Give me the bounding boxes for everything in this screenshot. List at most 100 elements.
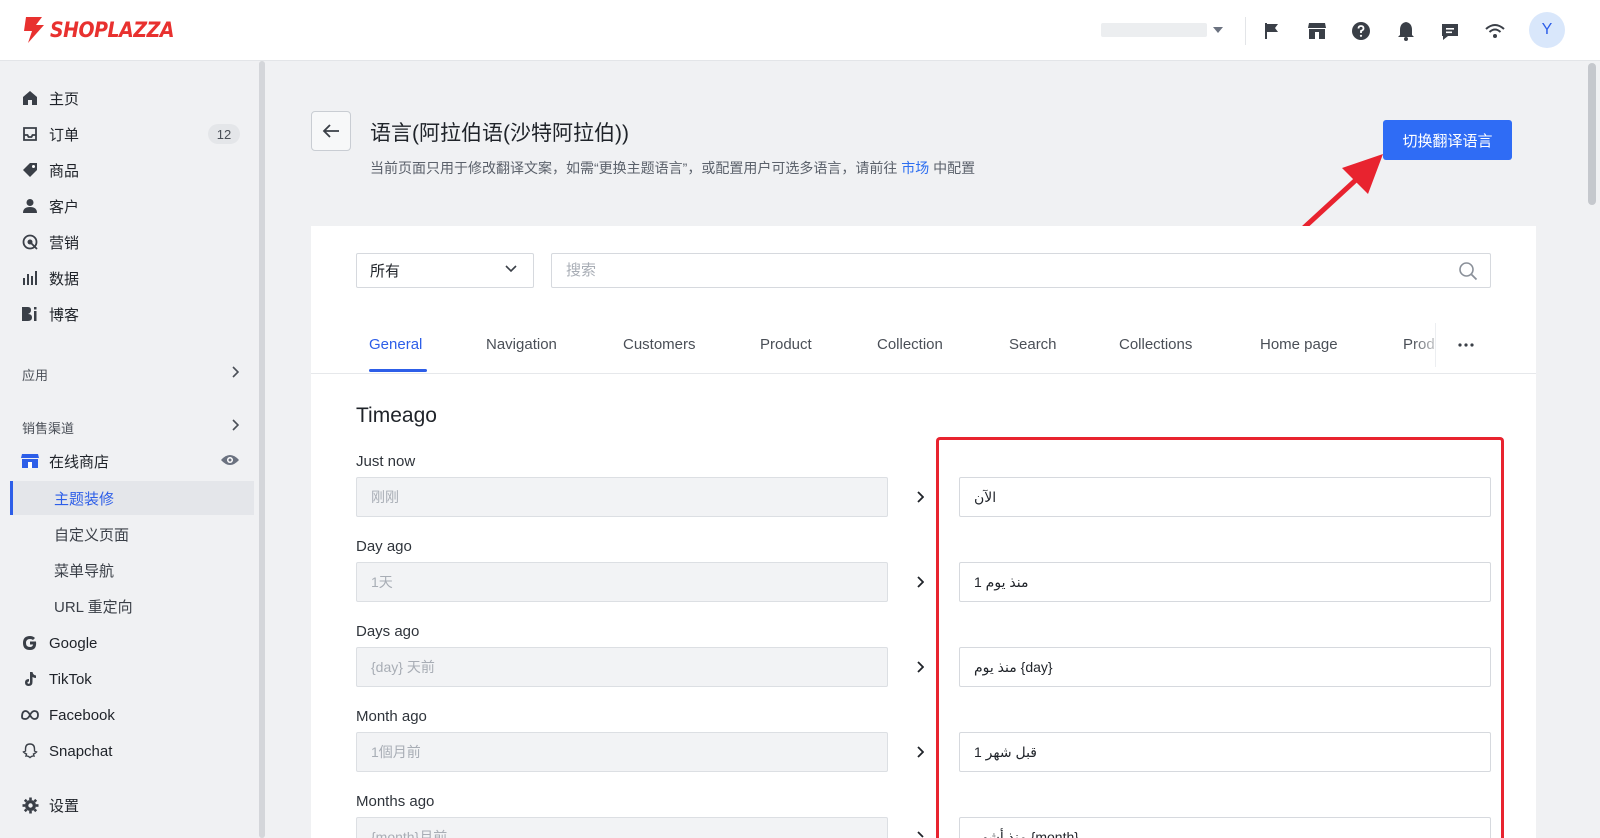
- sidebar-item-tiktok[interactable]: TikTok: [10, 662, 254, 696]
- marketing-icon: [19, 231, 41, 253]
- sidebar-subitem-url-redirect[interactable]: URL 重定向: [10, 589, 254, 623]
- tab-product[interactable]: Product: [760, 336, 812, 353]
- chevron-right-icon: [917, 831, 924, 838]
- active-indicator: [10, 481, 13, 515]
- tab-navigation[interactable]: Navigation: [486, 336, 557, 353]
- eye-icon[interactable]: [220, 453, 240, 467]
- sidebar-item-label: 数据: [49, 270, 80, 288]
- sidebar-item-online-store[interactable]: 在线商店: [10, 444, 254, 478]
- sidebar-item-marketing[interactable]: 营销: [10, 225, 254, 259]
- tab-search[interactable]: Search: [1009, 336, 1057, 353]
- more-tabs-button[interactable]: [1435, 323, 1495, 367]
- sidebar-item-settings[interactable]: 设置: [10, 788, 254, 822]
- store-name-placeholder: [1101, 23, 1207, 37]
- sidebar-subitem-label: 菜单导航: [54, 562, 115, 580]
- tab-collection[interactable]: Collection: [877, 336, 943, 353]
- google-icon: [19, 632, 41, 654]
- channels-section-label[interactable]: 销售渠道: [22, 418, 74, 437]
- store-selector[interactable]: [1101, 21, 1226, 39]
- sidebar-item-label: Facebook: [49, 706, 115, 724]
- chevron-right-icon[interactable]: [231, 366, 239, 378]
- orders-count-badge: 12: [208, 124, 240, 144]
- chevron-down-icon: [505, 265, 517, 273]
- chevron-right-icon: [917, 576, 924, 588]
- field-label: Day ago: [356, 538, 412, 555]
- sidebar-subitem-label: 自定义页面: [54, 526, 130, 544]
- resource-tabs: General Navigation Customers Product Col…: [311, 316, 1536, 374]
- description-text: 当前页面只用于修改翻译文案，如需“更换主题语言”，或配置用户可选多语言，请前往: [370, 160, 898, 176]
- store-icon[interactable]: [1305, 19, 1329, 43]
- filter-selected-value: 所有: [370, 263, 401, 280]
- search-input[interactable]: [552, 254, 1432, 287]
- page-scrollbar[interactable]: [1588, 63, 1596, 205]
- sidebar-item-orders[interactable]: 订单 12: [10, 117, 254, 151]
- sidebar-item-analytics[interactable]: 数据: [10, 261, 254, 295]
- inbox-icon: [19, 123, 41, 145]
- sidebar-item-label: 主页: [49, 90, 80, 108]
- search-icon[interactable]: [1458, 261, 1478, 281]
- annotation-highlight-box: [936, 437, 1504, 838]
- page-title: 语言(阿拉伯语(沙特阿拉伯)): [370, 122, 629, 145]
- sidebar-item-customers[interactable]: 客户: [10, 189, 254, 223]
- sidebar-subitem-pages[interactable]: 自定义页面: [10, 517, 254, 551]
- chat-icon[interactable]: [1438, 19, 1462, 43]
- blog-icon: [19, 303, 41, 325]
- sidebar-item-label: 博客: [49, 306, 80, 324]
- sidebar-item-facebook[interactable]: Facebook: [10, 698, 254, 732]
- sidebar-subitem-theme[interactable]: 主题装修: [10, 481, 254, 515]
- snapchat-icon: [19, 740, 41, 762]
- source-text-field: {month}月前: [356, 817, 888, 838]
- tab-customers[interactable]: Customers: [623, 336, 696, 353]
- store-icon: [19, 450, 41, 472]
- tiktok-icon: [19, 668, 41, 690]
- sidebar-item-label: 在线商店: [49, 453, 110, 471]
- sidebar-item-snapchat[interactable]: Snapchat: [10, 734, 254, 768]
- sidebar-item-label: Google: [49, 634, 98, 652]
- tab-home-page[interactable]: Home page: [1260, 336, 1338, 353]
- source-text-field: 1個月前: [356, 732, 888, 772]
- shoplazza-logo[interactable]: SHOPLAZZA: [22, 15, 188, 45]
- meta-icon: [19, 704, 41, 726]
- switch-language-button[interactable]: 切换翻译语言: [1383, 120, 1512, 160]
- sidebar-subitem-label: 主题装修: [54, 490, 115, 508]
- tab-general[interactable]: General: [369, 336, 422, 353]
- bar-chart-icon: [19, 267, 41, 289]
- tab-collections[interactable]: Collections: [1119, 336, 1192, 353]
- filter-dropdown[interactable]: 所有: [356, 253, 534, 288]
- tag-icon: [19, 159, 41, 181]
- help-icon[interactable]: [1349, 19, 1373, 43]
- sidebar-subitem-label: URL 重定向: [54, 598, 133, 616]
- sidebar-item-google[interactable]: Google: [10, 626, 254, 660]
- sidebar-item-products[interactable]: 商品: [10, 153, 254, 187]
- market-link[interactable]: 市场: [901, 160, 929, 176]
- chevron-right-icon: [917, 746, 924, 758]
- field-label: Month ago: [356, 708, 427, 725]
- chevron-right-icon[interactable]: [231, 419, 239, 431]
- sidebar-item-home[interactable]: 主页: [10, 81, 254, 115]
- search-box: [551, 253, 1491, 288]
- sidebar-item-label: Snapchat: [49, 742, 113, 760]
- flag-icon[interactable]: [1260, 19, 1284, 43]
- chevron-right-icon: [917, 661, 924, 673]
- user-icon: [19, 195, 41, 217]
- sidebar-subitem-navigation[interactable]: 菜单导航: [10, 553, 254, 587]
- top-bar: SHOPLAZZA Y: [0, 0, 1600, 61]
- back-button[interactable]: [311, 111, 351, 151]
- chevron-right-icon: [917, 491, 924, 503]
- wifi-icon[interactable]: [1483, 19, 1507, 43]
- avatar[interactable]: Y: [1529, 12, 1565, 48]
- home-icon: [19, 87, 41, 109]
- field-label: Days ago: [356, 623, 420, 640]
- apps-section-label[interactable]: 应用: [22, 365, 48, 384]
- bell-icon[interactable]: [1394, 19, 1418, 43]
- more-dots-icon: [1457, 343, 1474, 347]
- field-label: Just now: [356, 453, 416, 470]
- page-description: 当前页面只用于修改翻译文案，如需“更换主题语言”，或配置用户可选多语言，请前往 …: [370, 158, 975, 178]
- sidebar-scrollbar[interactable]: [259, 61, 265, 838]
- sidebar-item-label: 营销: [49, 234, 80, 252]
- field-label: Months ago: [356, 793, 435, 810]
- sidebar-item-blog[interactable]: 博客: [10, 297, 254, 331]
- arrow-left-icon: [322, 124, 339, 138]
- source-text-field: 1天: [356, 562, 888, 602]
- sidebar-item-label: 订单: [49, 126, 80, 144]
